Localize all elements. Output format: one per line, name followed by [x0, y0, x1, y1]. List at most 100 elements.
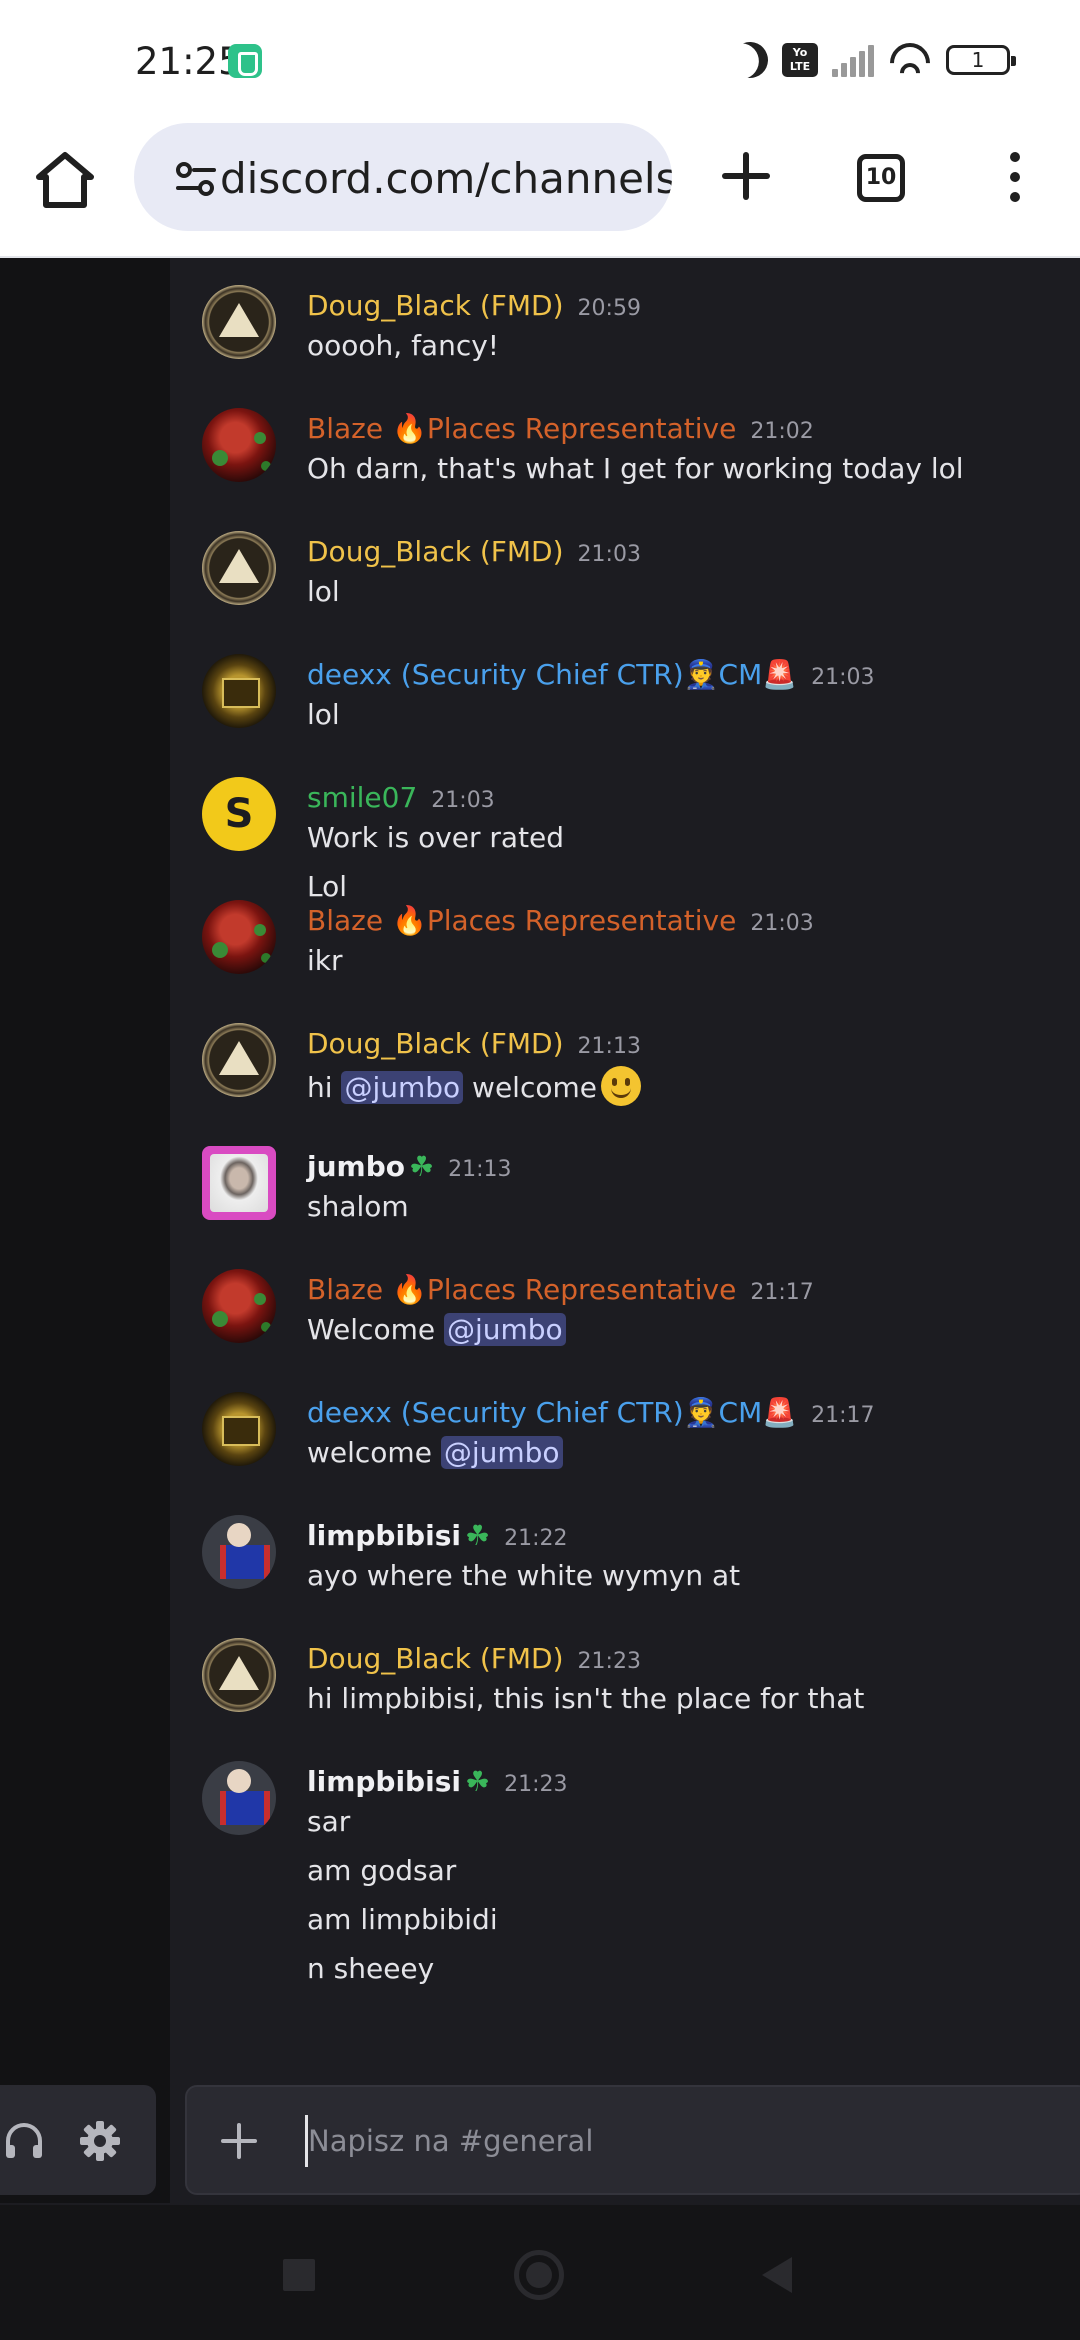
author-name[interactable]: deexx (Security Chief CTR)👮CM🚨	[307, 657, 797, 693]
message-list[interactable]: Doug_Black (FMD) 20:59 ooooh, fancy! Blaze …	[170, 258, 1080, 2098]
avatar[interactable]	[202, 1515, 276, 1589]
message-text: lol	[307, 575, 340, 608]
message-text-part: Welcome	[307, 1313, 444, 1346]
message-header: Blaze 🔥Places Representative 21:17	[307, 1272, 814, 1312]
avatar[interactable]	[202, 1392, 276, 1466]
author-name[interactable]: Blaze 🔥Places Representative	[307, 903, 736, 939]
author-name[interactable]: Doug_Black (FMD)	[307, 288, 564, 324]
smile-emoji-icon	[601, 1066, 641, 1106]
message-text: ikr	[307, 944, 343, 977]
headphones-icon[interactable]	[4, 2123, 44, 2159]
address-bar[interactable]: discord.com/channels	[134, 123, 672, 231]
message-timestamp: 21:23	[577, 1649, 641, 1674]
do-not-disturb-moon-icon	[727, 37, 773, 83]
message-text: am limpbibidi	[307, 1903, 498, 1936]
cell-signal-icon	[832, 43, 874, 77]
message-text: n sheeey	[307, 1952, 435, 1985]
avatar[interactable]	[202, 654, 276, 728]
message-text-part: hi	[307, 1071, 342, 1104]
vpn-shield-icon	[228, 44, 262, 78]
message-timestamp: 21:23	[504, 1772, 568, 1797]
message-header: Blaze 🔥Places Representative 21:03	[307, 903, 814, 943]
user-mention[interactable]: @jumbo	[443, 1313, 566, 1346]
author-name[interactable]: limpbibisi	[307, 1764, 461, 1800]
author-name[interactable]: jumbo	[307, 1149, 405, 1185]
message-timestamp: 21:02	[750, 419, 814, 444]
avatar[interactable]	[202, 285, 276, 359]
author-name[interactable]: smile07	[307, 780, 417, 816]
message-header: jumbo ☘ 21:13	[307, 1149, 512, 1189]
message-text: Work is over rated	[307, 821, 565, 854]
message-text: Oh darn, that's what I get for working t…	[307, 452, 964, 485]
status-icons: Yo LTE 1	[732, 38, 1016, 82]
tab-switcher-button[interactable]: 10	[857, 154, 905, 202]
wifi-icon	[888, 43, 932, 77]
message-timestamp: 21:22	[504, 1526, 568, 1551]
message-header: Blaze 🔥Places Representative 21:02	[307, 411, 814, 451]
author-name[interactable]: Doug_Black (FMD)	[307, 1026, 564, 1062]
message-text: hi limpbibisi, this isn't the place for …	[307, 1682, 865, 1715]
message-timestamp: 20:59	[577, 296, 641, 321]
server-sidebar	[0, 258, 170, 2203]
avatar[interactable]: S	[202, 777, 276, 851]
home-circle-icon[interactable]	[514, 2250, 564, 2300]
message-text: shalom	[307, 1190, 409, 1223]
new-tab-button[interactable]	[716, 146, 776, 206]
message-timestamp: 21:03	[577, 542, 641, 567]
message-header: Doug_Black (FMD) 21:13	[307, 1026, 641, 1066]
user-mention[interactable]: @jumbo	[440, 1436, 563, 1469]
message-timestamp: 21:03	[431, 788, 495, 813]
attach-plus-icon[interactable]	[219, 2121, 259, 2161]
message-text: am godsar	[307, 1854, 457, 1887]
site-settings-icon[interactable]	[174, 161, 218, 197]
author-name[interactable]: Blaze 🔥Places Representative	[307, 1272, 736, 1308]
browser-toolbar: discord.com/channels 10	[0, 120, 1080, 256]
message-header: limpbibisi ☘ 21:23	[307, 1764, 567, 1804]
message-header: deexx (Security Chief CTR)👮CM🚨 21:17	[307, 1395, 875, 1435]
status-time: 21:25	[135, 40, 242, 83]
battery-icon: 1	[946, 45, 1016, 75]
message-timestamp: 21:17	[750, 1280, 814, 1305]
message-text: Lol	[307, 870, 348, 903]
avatar[interactable]	[202, 531, 276, 605]
browser-menu-icon[interactable]	[1008, 152, 1022, 204]
message-header: limpbibisi ☘ 21:22	[307, 1518, 567, 1558]
author-name[interactable]: Blaze 🔥Places Representative	[307, 411, 736, 447]
message-header: smile07 21:03	[307, 780, 495, 820]
avatar[interactable]	[202, 1638, 276, 1712]
message-timestamp: 21:03	[750, 911, 814, 936]
author-name[interactable]: deexx (Security Chief CTR)👮CM🚨	[307, 1395, 797, 1431]
message-timestamp: 21:03	[811, 665, 875, 690]
avatar[interactable]	[202, 1146, 276, 1220]
home-icon[interactable]	[34, 150, 96, 210]
clover-badge-icon: ☘	[409, 1150, 435, 1183]
avatar[interactable]	[202, 900, 276, 974]
recents-square-icon[interactable]	[283, 2259, 315, 2291]
user-panel	[0, 2085, 156, 2195]
volte-icon: Yo LTE	[782, 43, 818, 77]
message-composer: Napisz na #general	[185, 2085, 1080, 2195]
message-header: Doug_Black (FMD) 21:03	[307, 534, 641, 574]
message-header: Doug_Black (FMD) 21:23	[307, 1641, 641, 1681]
url-text: discord.com/channels	[220, 154, 672, 203]
message-text: Welcome @jumbo	[307, 1312, 566, 1348]
author-name[interactable]: Doug_Black (FMD)	[307, 1641, 564, 1677]
author-name[interactable]: limpbibisi	[307, 1518, 461, 1554]
gear-icon[interactable]	[78, 2119, 122, 2163]
message-header: Doug_Black (FMD) 20:59	[307, 288, 641, 328]
avatar[interactable]	[202, 1023, 276, 1097]
avatar[interactable]	[202, 1761, 276, 1835]
user-mention[interactable]: @jumbo	[341, 1071, 464, 1104]
avatar[interactable]	[202, 408, 276, 482]
back-triangle-icon[interactable]	[762, 2257, 792, 2293]
message-text: lol	[307, 698, 340, 731]
avatar[interactable]	[202, 1269, 276, 1343]
author-name[interactable]: Doug_Black (FMD)	[307, 534, 564, 570]
message-text: ayo where the white wymyn at	[307, 1559, 741, 1592]
message-timestamp: 21:13	[577, 1034, 641, 1059]
message-text: welcome @jumbo	[307, 1435, 563, 1471]
message-input[interactable]: Napisz na #general	[305, 2115, 1065, 2167]
message-header: deexx (Security Chief CTR)👮CM🚨 21:03	[307, 657, 875, 697]
status-bar: 21:25 Yo LTE 1	[0, 0, 1080, 120]
message-text-part: welcome	[307, 1436, 441, 1469]
